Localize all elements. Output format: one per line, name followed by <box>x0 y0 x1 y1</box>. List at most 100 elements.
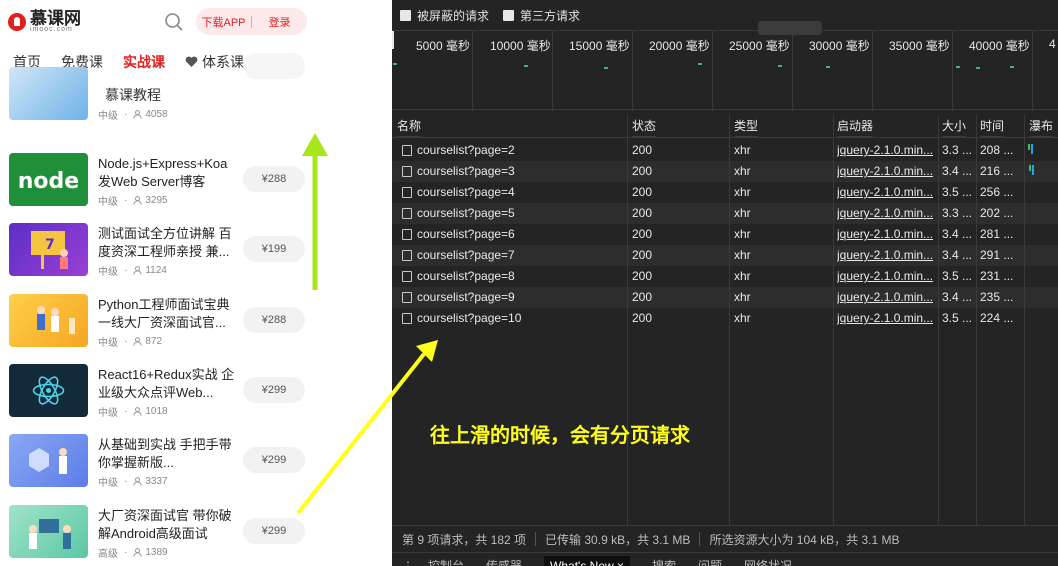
row-checkbox[interactable] <box>402 313 412 324</box>
col-header-size[interactable]: 大小 <box>942 115 967 137</box>
user-icon <box>133 477 143 486</box>
timeline-cursor <box>392 31 394 49</box>
column-divider[interactable] <box>833 115 834 525</box>
price-pill[interactable] <box>243 53 305 79</box>
course-item[interactable]: 从基础到实战 手把手带你掌握新版... 中级 · 3337 ¥299 <box>0 434 319 500</box>
column-divider[interactable] <box>729 115 730 525</box>
row-checkbox[interactable] <box>402 292 412 303</box>
python-illustration-icon <box>37 306 75 334</box>
timeline-tick <box>712 31 713 111</box>
col-header-name[interactable]: 名称 <box>397 115 422 137</box>
tab-whats-new[interactable]: What's New × <box>544 556 631 566</box>
table-row[interactable]: courselist?page=5 200 xhr jquery-2.1.0.min.… <box>392 203 1058 224</box>
cell-size: 3.5 ... <box>942 185 973 199</box>
timeline-label: 30000 毫秒 <box>809 39 870 53</box>
course-level: 中级 <box>98 338 118 349</box>
cell-initiator[interactable]: jquery-2.1.0.min... <box>837 308 935 329</box>
col-header-type[interactable]: 类型 <box>734 115 759 137</box>
site-header: 慕课网 imooc.com 下载APP 登录 <box>0 0 319 44</box>
blocked-requests-checkbox[interactable] <box>400 9 411 21</box>
course-students: 3295 <box>145 195 168 206</box>
price-button[interactable]: ¥299 <box>243 377 305 403</box>
course-item[interactable]: Python工程师面试宝典 一线大厂资深面试官... 中级 · 872 ¥288 <box>0 294 319 360</box>
cell-initiator[interactable]: jquery-2.1.0.min... <box>837 182 935 203</box>
course-students: 4058 <box>145 109 168 120</box>
tab-sensors[interactable]: 传感器 <box>486 556 522 566</box>
row-checkbox[interactable] <box>402 271 412 282</box>
cell-initiator[interactable]: jquery-2.1.0.min... <box>837 287 935 308</box>
price-button[interactable]: ¥299 <box>243 518 305 544</box>
timeline-request-mark <box>778 65 782 67</box>
price-button[interactable]: ¥199 <box>243 236 305 262</box>
col-header-waterfall[interactable]: 瀑布 <box>1029 115 1054 137</box>
cell-name: courselist?page=10 <box>417 311 522 325</box>
cell-size: 3.4 ... <box>942 290 973 304</box>
cell-time: 281 ... <box>980 227 1014 241</box>
row-checkbox[interactable] <box>402 187 412 198</box>
table-row[interactable]: courselist?page=2 200 xhr jquery-2.1.0.min.… <box>392 140 1058 161</box>
search-icon[interactable] <box>164 12 184 32</box>
course-item[interactable]: node Node.js+Express+Koa发Web Server博客 中级… <box>0 153 319 219</box>
tab-console[interactable]: 控制台 <box>428 556 464 566</box>
cell-time: 291 ... <box>980 248 1014 262</box>
price-button[interactable]: ¥288 <box>243 307 305 333</box>
column-divider[interactable] <box>938 115 939 525</box>
course-thumbnail <box>9 505 88 558</box>
column-divider[interactable] <box>1024 115 1025 525</box>
cell-initiator[interactable]: jquery-2.1.0.min... <box>837 140 935 161</box>
waterfall-bar <box>1031 144 1033 154</box>
course-item[interactable]: React16+Redux实战 企业级大众点评Web... 中级 · 1018 ¥… <box>0 364 319 430</box>
row-checkbox[interactable] <box>402 208 412 219</box>
row-checkbox[interactable] <box>402 229 412 240</box>
table-row[interactable]: courselist?page=9 200 xhr jquery-2.1.0.min.… <box>392 287 1058 308</box>
cell-type: xhr <box>734 143 751 157</box>
download-app-button[interactable]: 下载APP <box>196 14 251 30</box>
blocked-requests-filter[interactable]: 被屏蔽的请求 <box>400 7 489 24</box>
cell-initiator[interactable]: jquery-2.1.0.min... <box>837 245 935 266</box>
course-item-partial[interactable]: 中级 · 4058 <box>0 53 319 133</box>
table-row[interactable]: courselist?page=7 200 xhr jquery-2.1.0.min.… <box>392 245 1058 266</box>
login-button[interactable]: 登录 <box>252 14 307 30</box>
drawer-tabs: ⋮ 控制台 传感器 What's New × 搜索 问题 网络状况 <box>392 552 1058 566</box>
third-party-checkbox[interactable] <box>503 9 515 21</box>
cell-status: 200 <box>632 248 653 262</box>
site-logo[interactable]: 慕课网 imooc.com <box>8 10 81 34</box>
course-item[interactable]: 大厂资深面试官 带你破解Android高级面试 高级 · 1389 ¥299 <box>0 505 319 566</box>
row-checkbox[interactable] <box>402 166 412 177</box>
table-row[interactable]: courselist?page=8 200 xhr jquery-2.1.0.min.… <box>392 266 1058 287</box>
column-divider[interactable] <box>976 115 977 525</box>
timeline-scroll-thumb[interactable] <box>758 21 822 35</box>
svg-text:7: 7 <box>45 237 55 253</box>
tab-issues[interactable]: 问题 <box>698 556 722 566</box>
row-checkbox[interactable] <box>402 145 412 156</box>
course-meta: 中级 · 872 <box>98 336 163 349</box>
col-header-status[interactable]: 状态 <box>632 115 657 137</box>
timeline-label: 5000 毫秒 <box>416 39 471 53</box>
col-header-time[interactable]: 时间 <box>980 115 1005 137</box>
overview-timeline[interactable]: 5000 毫秒 10000 毫秒 15000 毫秒 20000 毫秒 25000… <box>392 21 1058 111</box>
cell-initiator[interactable]: jquery-2.1.0.min... <box>837 161 935 182</box>
course-item[interactable]: 7 测试面试全方位讲解 百度资深工程师亲授 兼... 中级 · 1124 ¥199 <box>0 223 319 289</box>
drawer-menu-icon[interactable]: ⋮ <box>402 556 414 566</box>
tab-network-conditions[interactable]: 网络状况 <box>744 556 792 566</box>
cell-initiator[interactable]: jquery-2.1.0.min... <box>837 203 935 224</box>
col-header-initiator[interactable]: 启动器 <box>837 115 874 137</box>
price-button[interactable]: ¥299 <box>243 447 305 473</box>
row-checkbox[interactable] <box>402 250 412 261</box>
timeline-label: 10000 毫秒 <box>490 39 551 53</box>
price-button[interactable]: ¥288 <box>243 166 305 192</box>
table-row[interactable]: courselist?page=4 200 xhr jquery-2.1.0.min.… <box>392 182 1058 203</box>
course-level: 中级 <box>98 197 118 208</box>
cell-type: xhr <box>734 248 751 262</box>
network-panel: 被屏蔽的请求 第三方请求 5000 毫秒 10000 毫秒 15000 毫秒 2… <box>392 0 1058 566</box>
cell-initiator[interactable]: jquery-2.1.0.min... <box>837 224 935 245</box>
table-row[interactable]: courselist?page=3 200 xhr jquery-2.1.0.min.… <box>392 161 1058 182</box>
table-row[interactable]: courselist?page=10 200 xhr jquery-2.1.0.min… <box>392 308 1058 329</box>
third-party-filter[interactable]: 第三方请求 <box>503 7 580 24</box>
course-students: 1124 <box>145 265 167 276</box>
column-divider[interactable] <box>627 115 628 525</box>
tab-search[interactable]: 搜索 <box>652 556 676 566</box>
cell-initiator[interactable]: jquery-2.1.0.min... <box>837 266 935 287</box>
table-row[interactable]: courselist?page=6 200 xhr jquery-2.1.0.min.… <box>392 224 1058 245</box>
react-logo-icon <box>32 376 65 405</box>
